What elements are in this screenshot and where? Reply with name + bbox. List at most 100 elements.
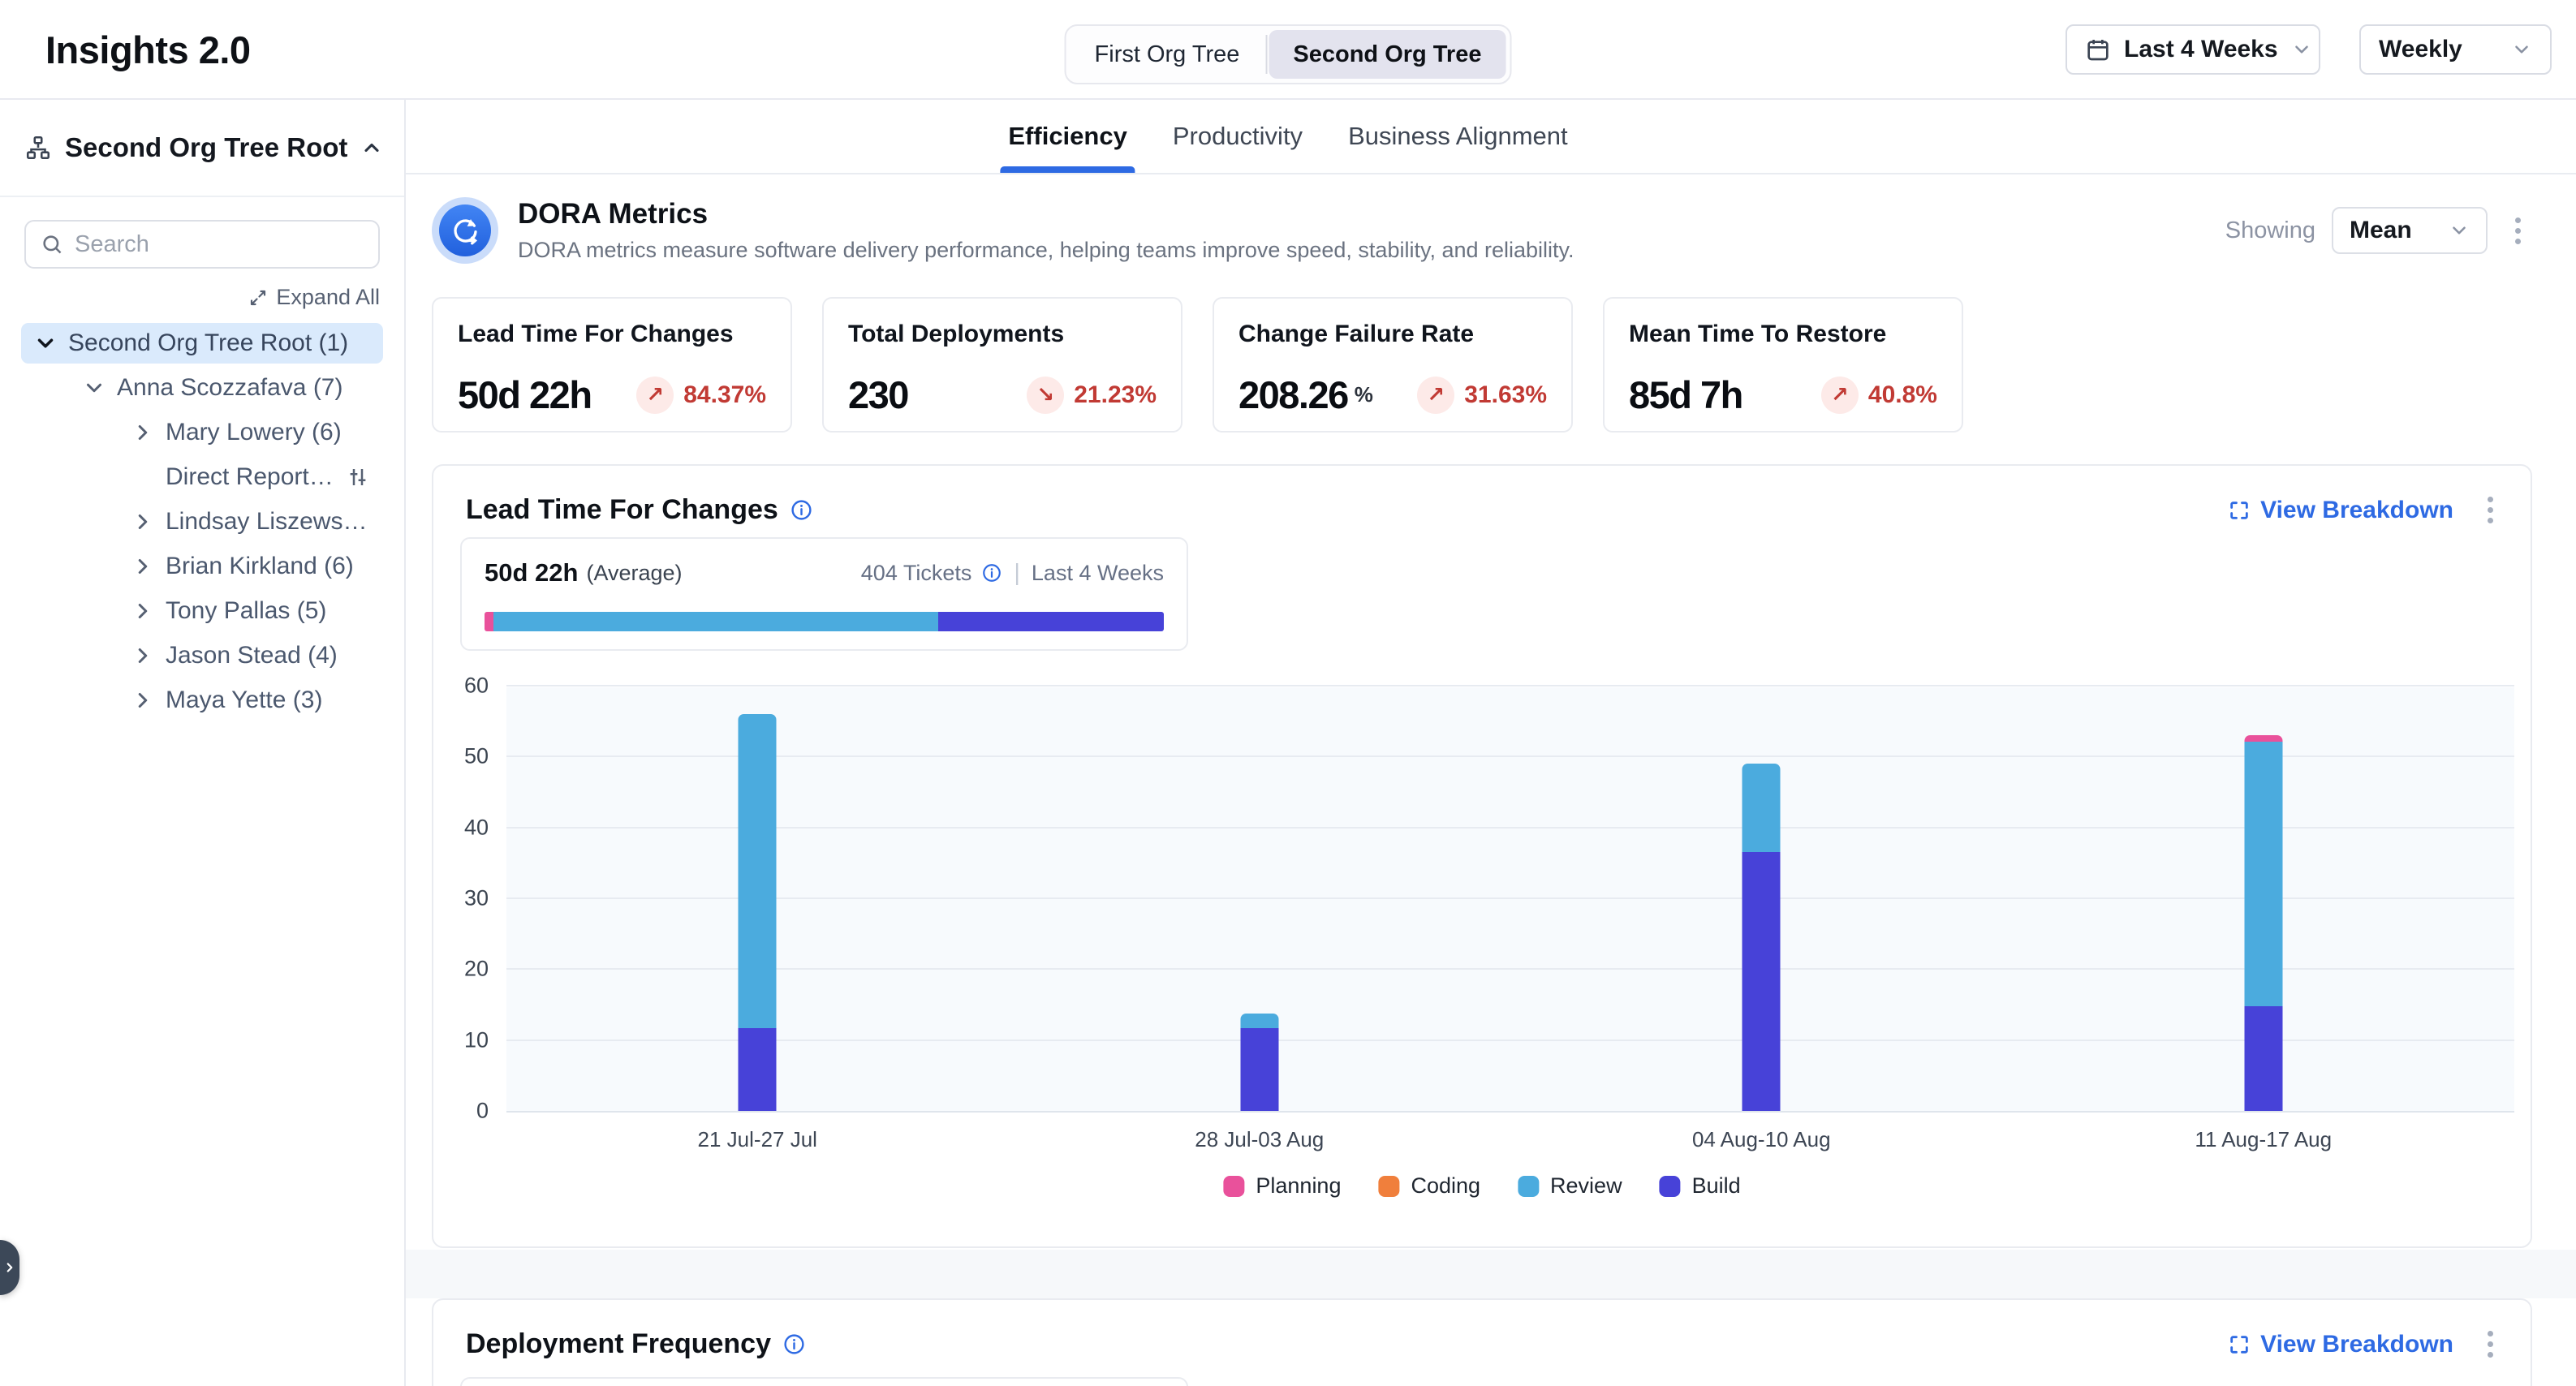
x-tick-label: 11 Aug-17 Aug [2195,1127,2332,1152]
app-title: Insights 2.0 [45,28,251,72]
trend-arrow-icon: ↗ [636,377,674,414]
tree-item-jason-stead[interactable]: Jason Stead (4) [21,635,383,676]
info-icon[interactable] [790,498,813,522]
tree-item-brian-kirkland[interactable]: Brian Kirkland (6) [21,546,383,587]
toggle-divider [1265,35,1267,74]
metric-card-total-deployments: Total Deployments 230 ↘ 21.23% [822,297,1182,433]
tree-item-maya-yette[interactable]: Maya Yette (3) [21,680,383,721]
trend-arrow-icon: ↗ [1417,377,1454,414]
gridline [506,897,2514,899]
content: DORA Metrics DORA metrics measure softwa… [406,174,2576,1386]
deployment-summary [460,1377,1188,1386]
section-gap [406,1250,2576,1298]
lead-time-more-menu[interactable] [2476,492,2505,528]
tabs-row: Efficiency Productivity Business Alignme… [406,100,2576,174]
legend-swatch [1223,1176,1244,1197]
chevron-down-icon [2449,220,2470,241]
filter-icon[interactable] [346,465,370,489]
view-breakdown-button[interactable]: View Breakdown [2228,497,2453,524]
dora-title: DORA Metrics [518,198,1574,230]
view-breakdown-button[interactable]: View Breakdown [2228,1331,2453,1358]
tree-item-tony-pallas[interactable]: Tony Pallas (5) [21,591,383,631]
deployment-frequency-title: Deployment Frequency [466,1328,771,1360]
y-tick-label: 10 [464,1027,489,1052]
bar-segment-planning [2244,735,2282,742]
metric-card-change-failure-rate: Change Failure Rate 208.26 % ↗ 31.63% [1213,297,1573,433]
bar-segment-review [1240,1014,1278,1027]
chevron-right-icon[interactable] [130,644,156,668]
chevron-right-icon[interactable] [130,599,156,623]
top-bar: Insights 2.0 First Org Tree Second Org T… [0,0,2576,100]
chevron-down-icon [2511,39,2532,60]
dora-more-menu[interactable] [2504,213,2532,249]
aggregation-dropdown[interactable]: Mean [2332,207,2488,254]
expand-all-icon [248,288,268,308]
trend-arrow-icon: ↘ [1027,377,1064,414]
legend-label: Planning [1256,1173,1341,1199]
legend-item-planning[interactable]: Planning [1223,1173,1341,1199]
date-range-dropdown[interactable]: Last 4 Weeks [2066,24,2320,75]
expand-corners-icon [2228,1333,2251,1356]
sidebar-title: Second Org Tree Root [65,132,347,163]
bar-segment-build [739,1028,777,1111]
tab-efficiency[interactable]: Efficiency [1005,100,1130,173]
stacked-bar[interactable] [739,714,777,1111]
lead-time-title: Lead Time For Changes [466,494,778,526]
summary-period: Last 4 Weeks [1032,561,1164,586]
deployment-more-menu[interactable] [2476,1326,2505,1362]
org-tree-toggle: First Org Tree Second Org Tree [1065,24,1512,84]
chevron-right-icon[interactable] [130,688,156,712]
average-label: (Average) [586,561,682,586]
toggle-second-org-tree[interactable]: Second Org Tree [1269,30,1506,79]
org-tree-icon [24,134,52,161]
legend-label: Build [1692,1173,1741,1199]
gridline [506,1040,2514,1041]
y-tick-label: 60 [464,674,489,699]
legend-item-review[interactable]: Review [1518,1173,1622,1199]
info-icon[interactable] [782,1332,806,1356]
granularity-dropdown[interactable]: Weekly [2359,24,2552,75]
tree-item-anna-scozzafava[interactable]: Anna Scozzafava (7) [21,368,383,408]
distribution-segment-build [938,612,1164,631]
org-tree-sidebar: Second Org Tree Root Expand All Second O… [0,100,406,1386]
lead-time-section: Lead Time For Changes View Breakdown [432,464,2532,1248]
legend-swatch [1518,1176,1539,1197]
trend-badge: ↘ 21.23% [1027,377,1157,414]
distribution-segment-planning [485,612,493,631]
toggle-first-org-tree[interactable]: First Org Tree [1070,30,1264,79]
search-input[interactable] [75,231,364,258]
legend-item-coding[interactable]: Coding [1378,1173,1480,1199]
chevron-down-icon[interactable] [81,376,107,400]
date-range-value: Last 4 Weeks [2124,36,2278,63]
gridline [506,755,2514,757]
stacked-bar[interactable] [1240,1014,1278,1111]
x-tick-label: 04 Aug-10 Aug [1692,1127,1831,1152]
chevron-right-icon[interactable] [130,420,156,445]
gridline [506,685,2514,687]
tree-item-direct-reports[interactable]: Direct Reports of A... [21,457,383,497]
tree-item-second-org-tree-root[interactable]: Second Org Tree Root (1) [21,323,383,364]
showing-label: Showing [2225,217,2315,244]
tab-productivity[interactable]: Productivity [1170,100,1306,173]
tree-item-mary-lowery[interactable]: Mary Lowery (6) [21,412,383,453]
metric-cards: Lead Time For Changes 50d 22h ↗ 84.37% T… [432,297,1963,433]
tree-item-lindsay-liszewski[interactable]: Lindsay Liszewski (8) [21,501,383,542]
stacked-bar[interactable] [2244,735,2282,1111]
chevron-down-icon [2291,39,2312,60]
y-tick-label: 0 [476,1099,489,1124]
chevron-right-icon[interactable] [130,554,156,579]
legend-item-build[interactable]: Build [1660,1173,1741,1199]
tab-business-alignment[interactable]: Business Alignment [1345,100,1571,173]
collapse-panel-chevron-up-icon[interactable] [360,136,383,159]
info-icon[interactable] [981,562,1002,583]
tickets-count: 404 Tickets [861,561,972,586]
calendar-icon [2085,37,2111,62]
expand-all-button[interactable]: Expand All [24,285,380,310]
stacked-bar[interactable] [1742,764,1781,1111]
legend-swatch [1378,1176,1399,1197]
gridline [506,968,2514,970]
chevron-right-icon[interactable] [130,510,156,534]
chevron-down-icon[interactable] [32,331,58,355]
trend-badge: ↗ 84.37% [636,377,766,414]
bar-segment-build [1742,852,1781,1111]
